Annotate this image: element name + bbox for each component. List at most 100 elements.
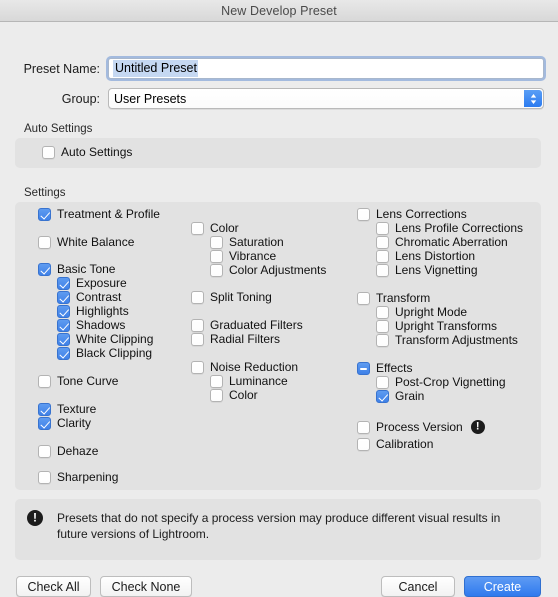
checkbox-middle-vibrance[interactable]: Vibrance <box>210 250 276 263</box>
window-title: New Develop Preset <box>221 3 337 18</box>
checkbox-box-middle-radial-filters[interactable] <box>191 333 204 346</box>
notice-text: Presets that do not specify a process ve… <box>57 511 501 541</box>
checkbox-box-left-contrast[interactable] <box>57 291 70 304</box>
checkbox-box-middle-graduated-filters[interactable] <box>191 319 204 332</box>
checkbox-box-left-texture[interactable] <box>38 403 51 416</box>
checkbox-right-upright-mode[interactable]: Upright Mode <box>376 306 467 319</box>
checkbox-box-middle-color[interactable] <box>210 389 223 402</box>
checkbox-middle-noise-reduction[interactable]: Noise Reduction <box>191 361 298 374</box>
checkbox-box-right-transform-adjustments[interactable] <box>376 334 389 347</box>
checkbox-middle-graduated-filters[interactable]: Graduated Filters <box>191 319 303 332</box>
checkbox-left-black-clipping[interactable]: Black Clipping <box>57 347 152 360</box>
create-button[interactable]: Create <box>464 576 541 597</box>
checkbox-box-right-lens-corrections[interactable] <box>357 208 370 221</box>
checkbox-right-grain[interactable]: Grain <box>376 390 424 403</box>
checkbox-right-lens-profile-corrections[interactable]: Lens Profile Corrections <box>376 222 523 235</box>
checkbox-left-white-balance[interactable]: White Balance <box>38 236 134 249</box>
checkbox-label-auto-settings: Auto Settings <box>61 145 133 159</box>
checkbox-box-middle-color[interactable] <box>191 222 204 235</box>
checkbox-box-left-clarity[interactable] <box>38 417 51 430</box>
checkbox-box-middle-color-adjustments[interactable] <box>210 264 223 277</box>
group-select[interactable]: User Presets <box>108 88 544 109</box>
checkbox-label-middle-vibrance: Vibrance <box>229 249 277 263</box>
check-none-button[interactable]: Check None <box>100 576 192 597</box>
warning-icon: ! <box>27 510 43 526</box>
checkbox-middle-color[interactable]: Color <box>191 222 239 235</box>
checkbox-left-clarity[interactable]: Clarity <box>38 417 91 430</box>
checkbox-left-contrast[interactable]: Contrast <box>57 291 121 304</box>
checkbox-left-highlights[interactable]: Highlights <box>57 305 129 318</box>
checkbox-label-right-transform: Transform <box>376 291 431 305</box>
checkbox-right-transform[interactable]: Transform <box>357 292 430 305</box>
checkbox-right-effects[interactable]: Effects <box>357 362 412 375</box>
checkbox-left-tone-curve[interactable]: Tone Curve <box>38 375 118 388</box>
chevron-updown-icon[interactable] <box>524 90 542 107</box>
checkbox-left-white-clipping[interactable]: White Clipping <box>57 333 153 346</box>
checkbox-box-right-lens-distortion[interactable] <box>376 250 389 263</box>
checkbox-right-upright-transforms[interactable]: Upright Transforms <box>376 320 497 333</box>
check-all-button[interactable]: Check All <box>16 576 91 597</box>
checkbox-box-left-white-clipping[interactable] <box>57 333 70 346</box>
checkbox-box-right-chromatic-aberration[interactable] <box>376 236 389 249</box>
preset-name-input[interactable]: Untitled Preset <box>108 58 544 79</box>
checkbox-box-left-exposure[interactable] <box>57 277 70 290</box>
checkbox-box-middle-vibrance[interactable] <box>210 250 223 263</box>
checkbox-box-middle-noise-reduction[interactable] <box>191 361 204 374</box>
checkbox-right-post-crop-vignetting[interactable]: Post-Crop Vignetting <box>376 376 506 389</box>
checkbox-box-right-upright-mode[interactable] <box>376 306 389 319</box>
checkbox-label-right-process-version: Process Version <box>376 419 463 434</box>
checkbox-box-left-highlights[interactable] <box>57 305 70 318</box>
checkbox-box-left-black-clipping[interactable] <box>57 347 70 360</box>
checkbox-left-treatment-profile[interactable]: Treatment & Profile <box>38 208 160 221</box>
checkbox-box-middle-luminance[interactable] <box>210 375 223 388</box>
checkbox-label-right-post-crop-vignetting: Post-Crop Vignetting <box>395 375 506 389</box>
checkbox-left-dehaze[interactable]: Dehaze <box>38 445 98 458</box>
checkbox-box-right-grain[interactable] <box>376 390 389 403</box>
checkbox-box-right-transform[interactable] <box>357 292 370 305</box>
checkbox-box-right-lens-vignetting[interactable] <box>376 264 389 277</box>
checkbox-right-lens-distortion[interactable]: Lens Distortion <box>376 250 475 263</box>
checkbox-box-right-process-version[interactable] <box>357 420 370 434</box>
checkbox-middle-luminance[interactable]: Luminance <box>210 375 288 388</box>
checkbox-middle-color[interactable]: Color <box>210 389 258 402</box>
checkbox-right-chromatic-aberration[interactable]: Chromatic Aberration <box>376 236 508 249</box>
checkbox-box-right-post-crop-vignetting[interactable] <box>376 376 389 389</box>
checkbox-box-left-basic-tone[interactable] <box>38 263 51 276</box>
checkbox-right-lens-vignetting[interactable]: Lens Vignetting <box>376 264 478 277</box>
checkbox-middle-color-adjustments[interactable]: Color Adjustments <box>210 264 326 277</box>
checkbox-box-left-dehaze[interactable] <box>38 445 51 458</box>
checkbox-box-left-white-balance[interactable] <box>38 236 51 249</box>
checkbox-box-middle-saturation[interactable] <box>210 236 223 249</box>
checkbox-box-right-effects[interactable] <box>357 362 370 375</box>
checkbox-box-right-upright-transforms[interactable] <box>376 320 389 333</box>
checkbox-label-right-calibration: Calibration <box>376 437 434 451</box>
cancel-button[interactable]: Cancel <box>381 576 455 597</box>
checkbox-label-middle-radial-filters: Radial Filters <box>210 332 281 346</box>
checkbox-box-left-sharpening[interactable] <box>38 471 51 484</box>
checkbox-label-left-contrast: Contrast <box>76 290 122 304</box>
checkbox-right-lens-corrections[interactable]: Lens Corrections <box>357 208 467 221</box>
checkbox-box-auto-settings[interactable] <box>42 146 55 159</box>
checkbox-right-process-version[interactable]: Process Version! <box>357 420 485 434</box>
checkbox-middle-split-toning[interactable]: Split Toning <box>191 291 272 304</box>
group-value: User Presets <box>114 91 187 106</box>
checkbox-label-left-sharpening: Sharpening <box>57 470 119 484</box>
checkbox-box-left-shadows[interactable] <box>57 319 70 332</box>
checkbox-left-basic-tone[interactable]: Basic Tone <box>38 263 115 276</box>
checkbox-right-calibration[interactable]: Calibration <box>357 438 433 451</box>
checkbox-left-texture[interactable]: Texture <box>38 403 96 416</box>
checkbox-middle-radial-filters[interactable]: Radial Filters <box>191 333 280 346</box>
checkbox-left-shadows[interactable]: Shadows <box>57 319 125 332</box>
checkbox-box-right-calibration[interactable] <box>357 438 370 451</box>
checkbox-right-transform-adjustments[interactable]: Transform Adjustments <box>376 334 518 347</box>
checkbox-box-left-tone-curve[interactable] <box>38 375 51 388</box>
checkbox-middle-saturation[interactable]: Saturation <box>210 236 284 249</box>
checkbox-box-middle-split-toning[interactable] <box>191 291 204 304</box>
checkbox-box-left-treatment-profile[interactable] <box>38 208 51 221</box>
checkbox-auto-settings[interactable]: Auto Settings <box>42 146 132 159</box>
checkbox-label-right-lens-distortion: Lens Distortion <box>395 249 476 263</box>
checkbox-label-left-highlights: Highlights <box>76 304 129 318</box>
checkbox-left-sharpening[interactable]: Sharpening <box>38 471 118 484</box>
checkbox-box-right-lens-profile-corrections[interactable] <box>376 222 389 235</box>
checkbox-left-exposure[interactable]: Exposure <box>57 277 127 290</box>
